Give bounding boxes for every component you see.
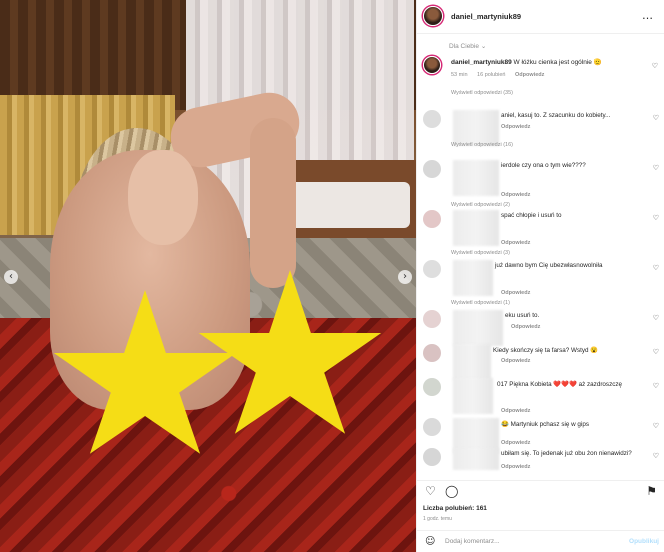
likes-count[interactable]: Liczba polubień: 161 [423, 505, 487, 512]
blurred-username [453, 310, 503, 346]
avatar-blurred[interactable] [423, 260, 441, 278]
blurred-username [453, 160, 499, 196]
face [128, 150, 198, 245]
blurred-username [453, 448, 499, 470]
comment-reply[interactable]: Odpowiedz [501, 290, 530, 296]
comment-reply[interactable]: Odpowiedz [501, 464, 530, 470]
heart-icon[interactable]: ♡ [653, 214, 659, 222]
caption-meta: 53 min 16 polubień Odpowiedz [451, 72, 544, 78]
view-replies[interactable]: Wyświetl odpowiedzi (3) [451, 250, 510, 256]
avatar-blurred[interactable] [423, 378, 441, 396]
next-arrow-icon[interactable]: › [398, 270, 412, 284]
caption-text: W łóżku cienka jest ogólnie 🫡 [513, 59, 602, 66]
avatar-blurred[interactable] [423, 310, 441, 328]
comment-reply[interactable]: Odpowiedz [501, 358, 530, 364]
chevron-down-icon: ⌄ [480, 43, 487, 50]
prev-arrow-icon[interactable]: ‹ [4, 270, 18, 284]
header-username[interactable]: daniel_martyniuk89 [451, 12, 521, 21]
avatar-blurred[interactable] [423, 344, 441, 362]
comment: ubiłam się. To jedenak już obu żon niena… [417, 448, 664, 478]
post-header: daniel_martyniuk89 … [417, 0, 664, 34]
caption: daniel_martyniuk89 W łóżku cienka jest o… [451, 58, 651, 66]
comment-reply[interactable]: Odpowiedz [511, 324, 540, 330]
avatar-blurred[interactable] [423, 448, 441, 466]
heart-icon[interactable]: ♡ [653, 452, 659, 460]
heart-icon[interactable]: ♡ [653, 382, 659, 390]
bookmark-icon[interactable]: ⚑ [646, 484, 657, 498]
blurred-username [453, 378, 493, 414]
comment-reply[interactable]: Odpowiedz [501, 408, 530, 414]
caption-reply[interactable]: Odpowiedz [515, 72, 544, 78]
caption-time: 53 min [451, 72, 468, 78]
post-button[interactable]: Opublikuj [629, 538, 659, 545]
add-comment-bar: ☺ Dodaj komentarz... Opublikuj [417, 530, 664, 552]
blurred-username [453, 344, 491, 380]
action-bar: ♡ ◯ ⚑ [417, 480, 664, 500]
comment-text: już dawno bym Cię ubezwłasnowolniła [495, 262, 603, 269]
post-photo[interactable]: ‹ › [0, 0, 416, 552]
comments-panel: daniel_martyniuk89 … Dla Ciebie ⌄ daniel… [416, 0, 664, 552]
comment-text: 017 Piękna Kobieta ❤️❤️❤️ aż zazdroszczę [497, 381, 623, 388]
blurred-username [453, 210, 499, 246]
heart-icon[interactable]: ♡ [653, 264, 659, 272]
view-replies[interactable]: Wyświetl odpowiedzi (16) [451, 142, 513, 148]
emoji-icon[interactable]: ☺ [425, 536, 435, 547]
comment-input[interactable]: Dodaj komentarz... [445, 538, 500, 545]
comment-text: ubiłam się. To jedenak już obu żon niena… [501, 450, 632, 457]
caption-likes[interactable]: 16 polubień [477, 72, 505, 78]
heart-icon[interactable]: ♡ [653, 164, 659, 172]
heart-icon[interactable]: ♡ [653, 114, 659, 122]
caption-avatar[interactable] [423, 56, 441, 74]
comment-text: ierdole czy ona o tym wie???? [501, 162, 586, 169]
heart-icon[interactable]: ♡ [653, 314, 659, 322]
blurred-username [453, 110, 499, 146]
caption-heart-icon[interactable]: ♡ [652, 62, 658, 70]
caption-username[interactable]: daniel_martyniuk89 [451, 59, 512, 66]
comment-reply[interactable]: Odpowiedz [501, 440, 530, 446]
avatar-blurred[interactable] [423, 210, 441, 228]
sort-label: Dla Ciebie [449, 43, 479, 50]
comment: ierdole czy ona o tym wie???? Odpowiedz … [417, 160, 664, 210]
sort-dropdown[interactable]: Dla Ciebie ⌄ [449, 42, 486, 50]
posted-time: 1 godz. temu [423, 516, 452, 522]
comment-icon[interactable]: ◯ [445, 484, 458, 498]
comment: aniel, kasuj to. Z szacunku do kobiety..… [417, 110, 664, 160]
comment-reply[interactable]: Odpowiedz [501, 240, 530, 246]
comment-reply[interactable]: Odpowiedz [501, 124, 530, 130]
heart-icon[interactable]: ♡ [425, 484, 436, 498]
comment: już dawno bym Cię ubezwłasnowolniła Odpo… [417, 260, 664, 310]
comment-text: aniel, kasuj to. Z szacunku do kobiety..… [501, 112, 611, 119]
view-replies[interactable]: Wyświetl odpowiedzi (35) [451, 90, 513, 96]
avatar-blurred[interactable] [423, 418, 441, 436]
view-replies[interactable]: Wyświetl odpowiedzi (2) [451, 202, 510, 208]
raised-forearm [250, 118, 296, 288]
more-icon[interactable]: … [642, 9, 653, 22]
heart-icon[interactable]: ♡ [653, 348, 659, 356]
comment-reply[interactable]: Odpowiedz [501, 192, 530, 198]
avatar-blurred[interactable] [423, 160, 441, 178]
avatar-blurred[interactable] [423, 110, 441, 128]
heart-icon[interactable]: ♡ [653, 422, 659, 430]
blurred-username [453, 260, 493, 296]
comment-text: spać chłopie i usuń to [501, 212, 562, 219]
view-replies[interactable]: Wyświetl odpowiedzi (1) [451, 300, 510, 306]
avatar[interactable] [423, 6, 443, 26]
bed-pillows [290, 182, 410, 228]
comment-text: eku usuń to. [505, 312, 540, 319]
comment-text: 😂 Martyniuk pchasz się w gips [501, 421, 589, 428]
comment: spać chłopie i usuń to Odpowiedz Wyświet… [417, 210, 664, 260]
comment-text: Kiedy skończy się ta farsa? Wstyd 😮 [493, 347, 599, 354]
